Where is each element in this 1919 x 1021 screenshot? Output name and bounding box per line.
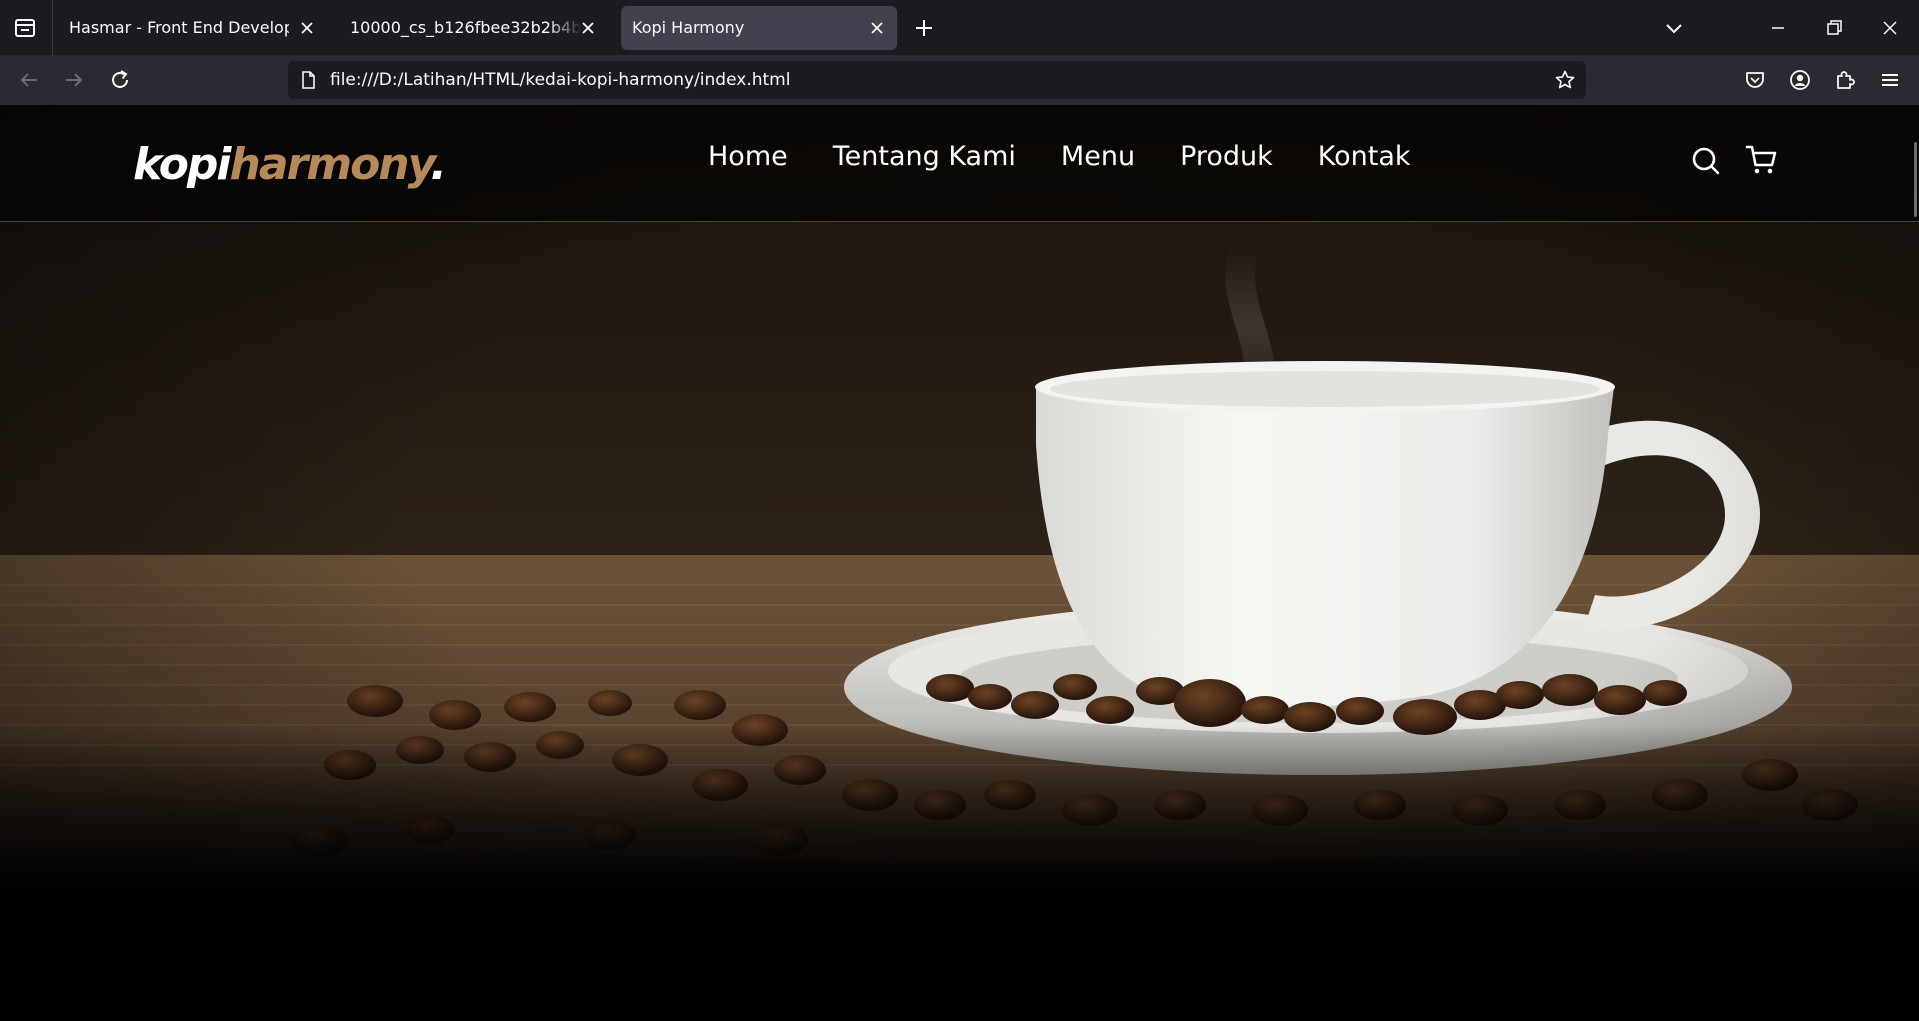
shopping-cart-icon[interactable] xyxy=(1745,143,1779,177)
new-tab-icon[interactable] xyxy=(912,16,936,40)
logo-text-kopi: kopi xyxy=(133,139,231,190)
tab-separator xyxy=(52,0,53,55)
bookmark-star-icon[interactable] xyxy=(1554,69,1576,91)
logo-text-harmony: harmony xyxy=(229,139,433,190)
logo-text-dot: . xyxy=(430,139,447,190)
reload-icon[interactable] xyxy=(107,67,133,93)
browser-toolbar: file:///D:/Latihan/HTML/kedai-kopi-harmo… xyxy=(0,55,1919,105)
browser-tab-active[interactable]: Kopi Harmony xyxy=(621,6,897,50)
nav-link-produk[interactable]: Produk xyxy=(1180,141,1273,181)
restore-icon[interactable] xyxy=(1822,16,1846,40)
menu-icon[interactable] xyxy=(1877,67,1903,93)
tab-title: Kopi Harmony xyxy=(632,18,745,37)
close-window-icon[interactable] xyxy=(1878,16,1902,40)
site-header: kopiharmony. Home Tentang Kami Menu Prod… xyxy=(0,105,1919,222)
site-nav: Home Tentang Kami Menu Produk Kontak xyxy=(708,141,1411,181)
web-page: kopiharmony. Home Tentang Kami Menu Prod… xyxy=(0,105,1919,1021)
hero-image xyxy=(0,105,1919,1021)
minimize-icon[interactable] xyxy=(1766,16,1790,40)
firefox-view-icon[interactable] xyxy=(12,16,38,40)
site-logo[interactable]: kopiharmony. xyxy=(133,139,447,190)
page-scrollbar[interactable] xyxy=(1914,142,1917,217)
url-text[interactable]: file:///D:/Latihan/HTML/kedai-kopi-harmo… xyxy=(330,70,790,90)
list-all-tabs-icon[interactable] xyxy=(1662,16,1686,40)
page-icon xyxy=(298,70,318,90)
close-tab-icon[interactable] xyxy=(867,18,887,38)
account-icon[interactable] xyxy=(1787,67,1813,93)
close-tab-icon[interactable] xyxy=(578,18,598,38)
browser-tab[interactable]: Hasmar - Front End Development xyxy=(55,6,327,50)
pocket-icon[interactable] xyxy=(1742,67,1768,93)
browser-tab-bar: Hasmar - Front End Development 10000_cs_… xyxy=(0,0,1919,55)
search-icon[interactable] xyxy=(1690,145,1722,177)
nav-link-home[interactable]: Home xyxy=(708,141,788,181)
nav-link-menu[interactable]: Menu xyxy=(1061,141,1135,181)
browser-tab[interactable]: 10000_cs_b126fbee32b2b4be0ede1 xyxy=(336,6,608,50)
extensions-icon[interactable] xyxy=(1832,67,1858,93)
back-arrow-icon[interactable] xyxy=(16,67,42,93)
address-bar[interactable]: file:///D:/Latihan/HTML/kedai-kopi-harmo… xyxy=(288,61,1586,99)
tab-title: 10000_cs_b126fbee32b2b4be0ede1 xyxy=(350,18,582,37)
tab-title: Hasmar - Front End Development xyxy=(69,18,289,37)
nav-link-tentang-kami[interactable]: Tentang Kami xyxy=(833,141,1016,181)
nav-link-kontak[interactable]: Kontak xyxy=(1318,141,1411,181)
close-tab-icon[interactable] xyxy=(297,18,317,38)
forward-arrow-icon[interactable] xyxy=(61,67,87,93)
